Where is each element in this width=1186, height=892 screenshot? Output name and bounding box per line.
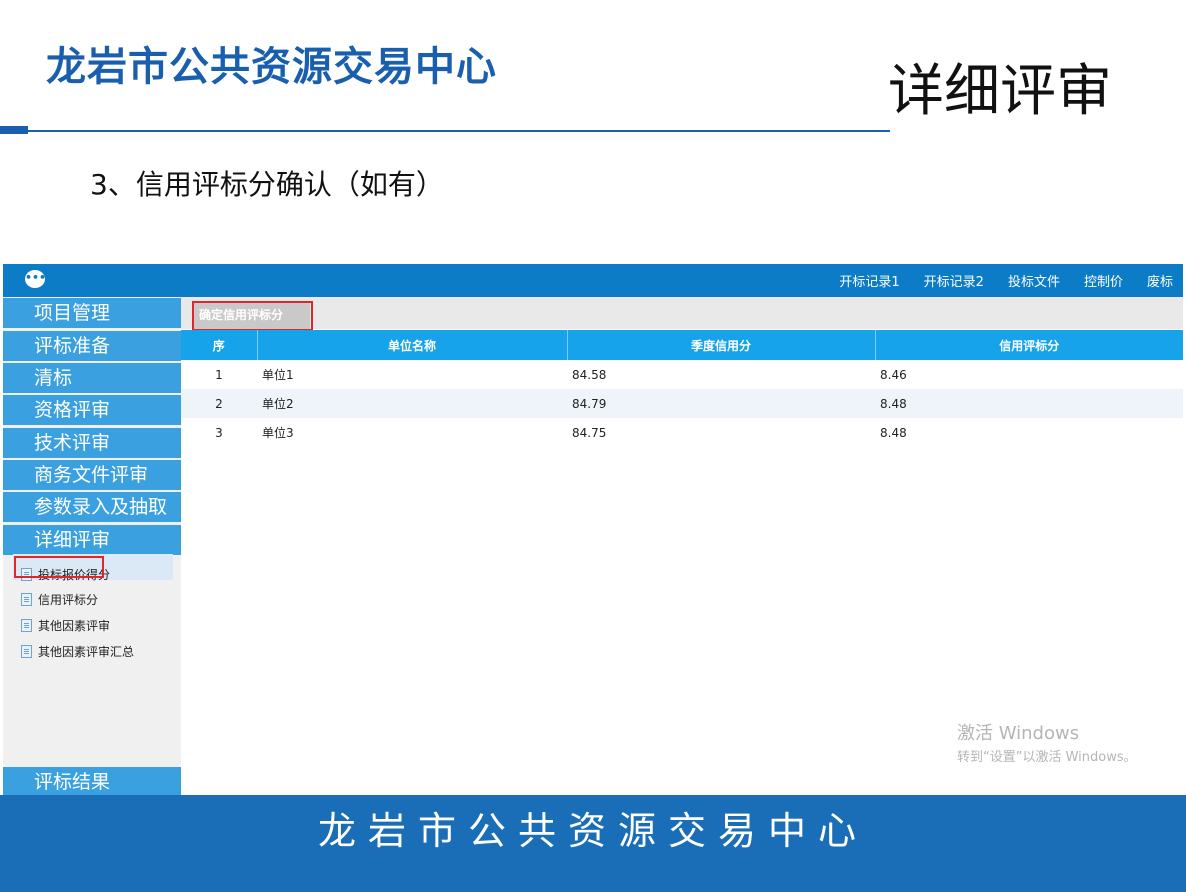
column-header-index[interactable]: 序 — [181, 330, 258, 360]
table-row[interactable]: 3 单位3 84.75 8.48 — [181, 418, 1183, 447]
sub-item-label: 信用评标分 — [38, 593, 99, 607]
cell-credit-score: 8.46 — [880, 367, 907, 382]
top-bar: ••• 开标记录1 开标记录2 投标文件 控制价 废标 — [3, 264, 1183, 297]
document-icon — [21, 593, 32, 606]
nav-bid-opening-record-1[interactable]: 开标记录1 — [839, 271, 899, 290]
header-accent-bar — [0, 126, 28, 134]
menu-item-technical-review[interactable]: 技术评审 — [3, 428, 181, 458]
windows-activation-watermark: 激活 Windows — [957, 723, 1080, 744]
app-window: ••• 开标记录1 开标记录2 投标文件 控制价 废标 项目管理 评标准备 清标… — [3, 264, 1183, 798]
cell-credit-score: 8.48 — [880, 425, 907, 440]
cell-credit-score: 8.48 — [875, 389, 1183, 418]
nav-invalid-bid[interactable]: 废标 — [1147, 271, 1173, 290]
sub-item-label: 其他因素评审汇总 — [38, 645, 135, 659]
sidebar: 项目管理 评标准备 清标 资格评审 技术评审 商务文件评审 参数录入及抽取 详细… — [3, 297, 181, 798]
annotation-highlight-box — [14, 556, 104, 578]
menu-item-project-management[interactable]: 项目管理 — [3, 298, 181, 328]
sub-item-other-factors[interactable]: 其他因素评审 — [21, 614, 110, 638]
annotation-highlight-box — [192, 301, 313, 331]
document-icon — [21, 619, 32, 632]
cell-index: 2 — [181, 389, 257, 418]
sub-item-credit-score[interactable]: 信用评标分 — [21, 588, 98, 612]
footer-text: 龙岩市公共资源交易中心 — [317, 809, 868, 853]
column-header-credit-score[interactable]: 信用评标分 — [875, 330, 1183, 360]
document-icon — [21, 645, 32, 658]
nav-control-price[interactable]: 控制价 — [1084, 271, 1123, 290]
table-row[interactable]: 1 单位1 84.58 8.46 — [181, 360, 1183, 389]
menu-item-evaluation-prep[interactable]: 评标准备 — [3, 331, 181, 361]
menu-item-commercial-review[interactable]: 商务文件评审 — [3, 460, 181, 490]
table-row[interactable]: 2 单位2 84.79 8.48 — [181, 389, 1183, 418]
slide-subtitle: 3、信用评标分确认（如有） — [90, 168, 444, 201]
windows-activation-hint: 转到“设置”以激活 Windows。 — [957, 750, 1137, 765]
menu-item-evaluation-result[interactable]: 评标结果 — [3, 767, 181, 797]
nav-bid-opening-record-2[interactable]: 开标记录2 — [924, 271, 984, 290]
header-divider — [28, 130, 890, 132]
cell-quarterly-credit: 84.79 — [567, 389, 875, 418]
nav-bid-documents[interactable]: 投标文件 — [1008, 271, 1060, 290]
cell-unit-name: 单位3 — [262, 426, 294, 440]
chat-bubble-icon: ••• — [25, 270, 46, 288]
menu-item-parameter-entry[interactable]: 参数录入及抽取 — [3, 492, 181, 522]
cell-index: 3 — [215, 425, 223, 440]
sub-item-label: 其他因素评审 — [38, 619, 111, 633]
table-header-row: 序 单位名称 季度信用分 信用评标分 — [181, 330, 1183, 360]
column-header-unit-name[interactable]: 单位名称 — [257, 330, 568, 360]
cell-index: 1 — [215, 367, 223, 382]
org-title: 龙岩市公共资源交易中心 — [46, 44, 497, 90]
credit-score-table: 序 单位名称 季度信用分 信用评标分 1 单位1 84.58 8.46 2 单位… — [181, 330, 1183, 447]
sub-item-other-factors-summary[interactable]: 其他因素评审汇总 — [21, 640, 134, 664]
cell-unit-name: 单位2 — [257, 389, 567, 418]
menu-item-qualification-review[interactable]: 资格评审 — [3, 395, 181, 425]
top-nav: 开标记录1 开标记录2 投标文件 控制价 废标 — [839, 264, 1173, 297]
cell-quarterly-credit: 84.58 — [572, 367, 607, 382]
cell-unit-name: 单位1 — [262, 368, 294, 382]
menu-item-bid-clearing[interactable]: 清标 — [3, 363, 181, 393]
cell-quarterly-credit: 84.75 — [572, 425, 607, 440]
column-header-quarterly-credit[interactable]: 季度信用分 — [567, 330, 876, 360]
slide-title: 详细评审 — [888, 59, 1112, 124]
menu-item-detailed-review[interactable]: 详细评审 — [3, 525, 181, 555]
content-toolbar — [181, 297, 1183, 329]
